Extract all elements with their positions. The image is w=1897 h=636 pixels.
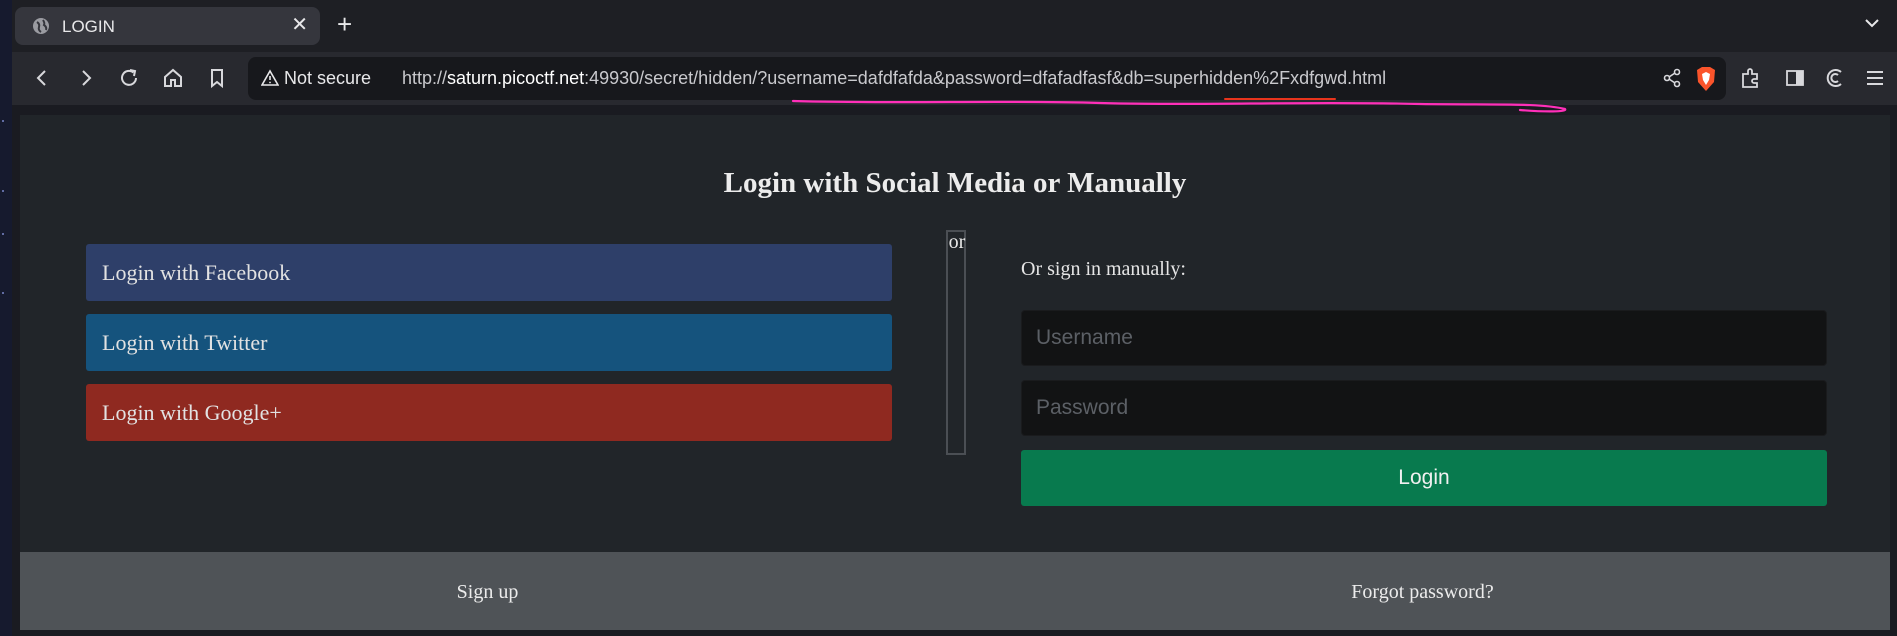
forgot-password-link[interactable]: Forgot password? — [955, 552, 1890, 630]
chevron-down-icon[interactable] — [1863, 14, 1881, 32]
browser-toolbar: Not secure http://saturn.picoctf.net:499… — [12, 52, 1897, 105]
password-input[interactable] — [1021, 380, 1827, 436]
url-text[interactable]: http://saturn.picoctf.net:49930/secret/h… — [402, 68, 1386, 89]
url-prefix: http:// — [402, 68, 448, 88]
username-input[interactable] — [1021, 310, 1827, 366]
divider — [946, 230, 966, 455]
forward-icon[interactable] — [74, 66, 98, 90]
footer: Sign up Forgot password? — [20, 552, 1890, 630]
desktop-edge — [0, 0, 12, 636]
login-google-button[interactable]: Login with Google+ — [86, 384, 892, 441]
warning-icon — [261, 69, 279, 86]
globe-icon — [33, 18, 49, 34]
sidebar-icon[interactable] — [1783, 66, 1807, 90]
browser-tab[interactable]: LOGIN ✕ — [15, 7, 320, 45]
leo-icon[interactable] — [1822, 66, 1846, 90]
back-icon[interactable] — [30, 66, 54, 90]
url-path: :49930/secret/hidden/?username=dafdfafda… — [584, 68, 1387, 88]
login-page: Login with Social Media or Manually Logi… — [20, 115, 1890, 630]
extensions-icon[interactable] — [1739, 66, 1763, 90]
tab-title: LOGIN — [62, 17, 115, 36]
manual-signin-label: Or sign in manually: — [1021, 258, 1186, 280]
tab-bar: LOGIN ✕ + — [12, 0, 1897, 52]
security-label[interactable]: Not secure — [284, 68, 371, 89]
login-facebook-button[interactable]: Login with Facebook — [86, 244, 892, 301]
menu-icon[interactable] — [1863, 66, 1887, 90]
address-bar[interactable]: Not secure http://saturn.picoctf.net:499… — [248, 57, 1726, 100]
divider-text: or — [948, 231, 966, 253]
page-title: Login with Social Media or Manually — [723, 167, 1187, 199]
close-tab-icon[interactable]: ✕ — [291, 13, 308, 37]
home-icon[interactable] — [161, 66, 185, 90]
login-button[interactable]: Login — [1021, 450, 1827, 506]
signup-link[interactable]: Sign up — [20, 552, 955, 630]
reload-icon[interactable] — [117, 66, 141, 90]
share-icon[interactable] — [1662, 68, 1682, 88]
bookmark-icon[interactable] — [205, 66, 229, 90]
url-host: saturn.picoctf.net — [447, 68, 585, 88]
new-tab-button[interactable]: + — [337, 10, 352, 38]
login-twitter-button[interactable]: Login with Twitter — [86, 314, 892, 371]
brave-shield-icon[interactable] — [1694, 66, 1718, 92]
